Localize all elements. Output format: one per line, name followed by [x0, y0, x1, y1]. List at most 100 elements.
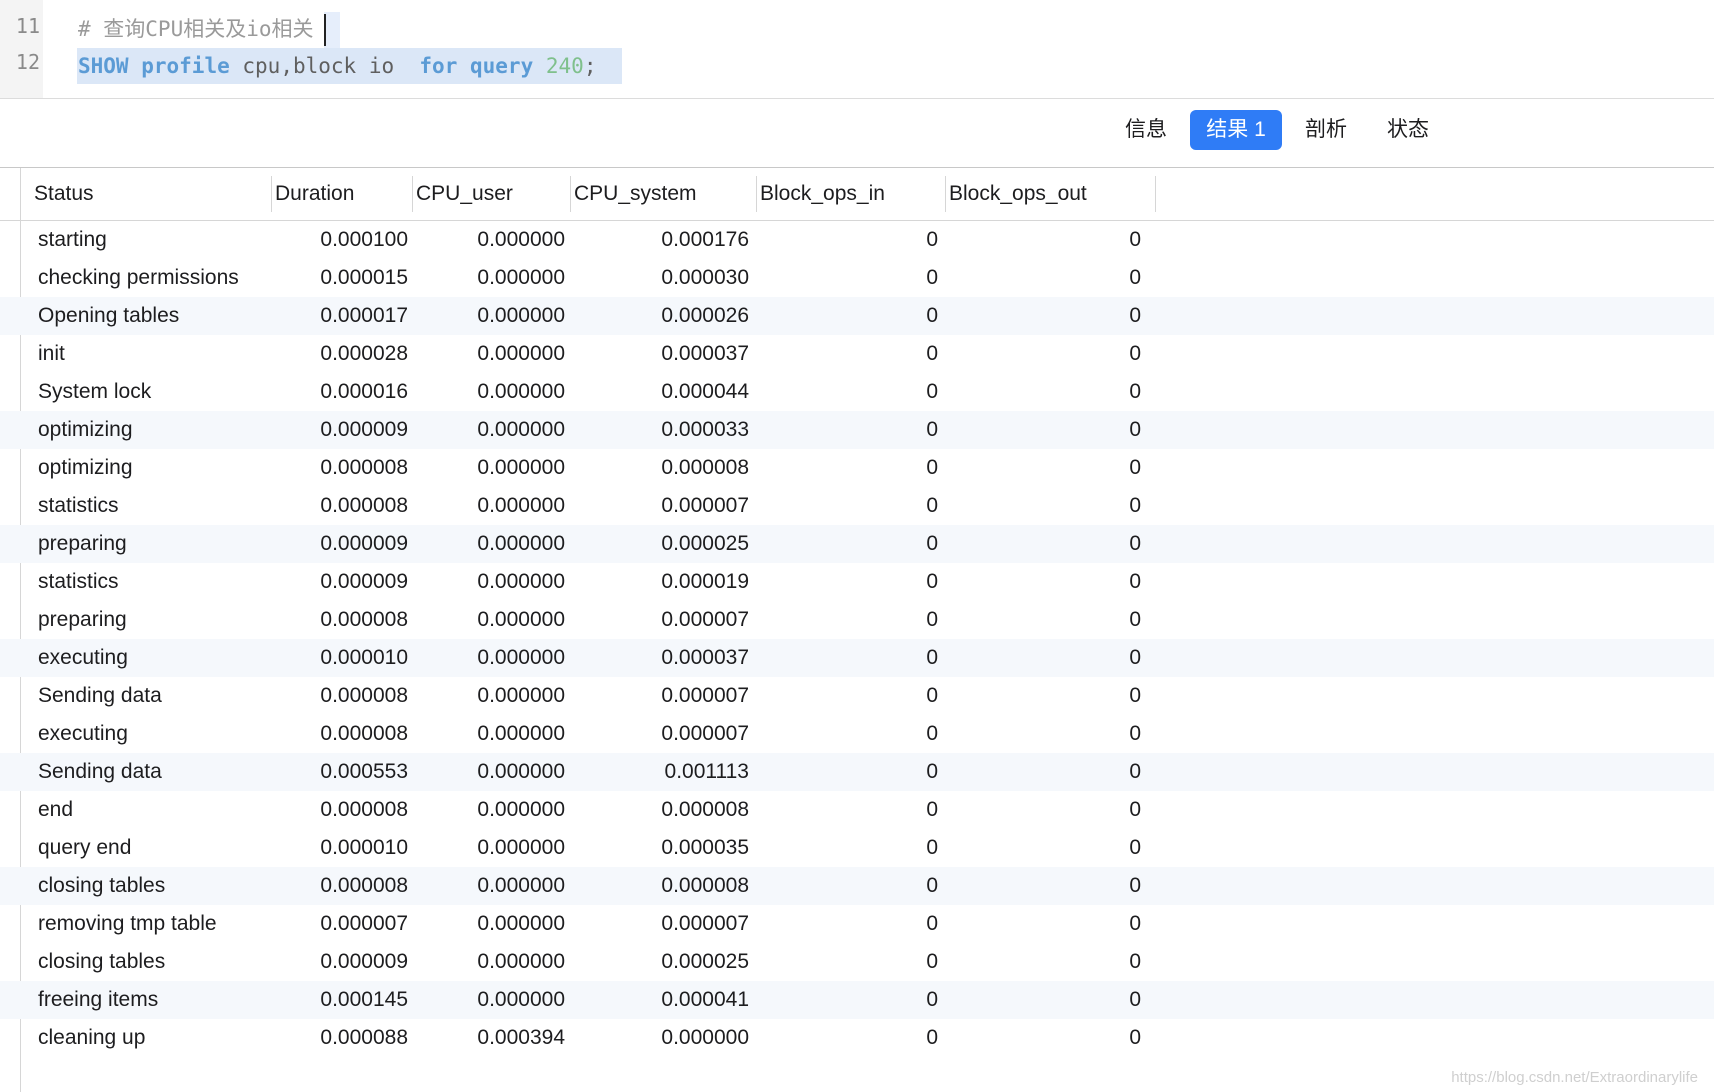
- cell-cpu-user[interactable]: 0.000000: [412, 259, 565, 297]
- cell-block-ops-out[interactable]: 0: [945, 715, 1141, 753]
- cell-block-ops-out[interactable]: 0: [945, 373, 1141, 411]
- result-grid[interactable]: Status Duration CPU_user CPU_system Bloc…: [0, 168, 1714, 1092]
- tab-result-1[interactable]: 结果 1: [1190, 110, 1282, 150]
- cell-status[interactable]: end: [38, 791, 268, 829]
- cell-duration[interactable]: 0.000010: [271, 639, 408, 677]
- cell-block-ops-in[interactable]: 0: [756, 981, 938, 1019]
- cell-block-ops-in[interactable]: 0: [756, 563, 938, 601]
- cell-block-ops-in[interactable]: 0: [756, 259, 938, 297]
- cell-cpu-user[interactable]: 0.000000: [412, 677, 565, 715]
- cell-cpu-system[interactable]: 0.000008: [570, 867, 749, 905]
- column-header-cpu-system[interactable]: CPU_system: [570, 168, 756, 220]
- cell-block-ops-in[interactable]: 0: [756, 753, 938, 791]
- cell-status[interactable]: statistics: [38, 563, 268, 601]
- cell-cpu-user[interactable]: 0.000000: [412, 791, 565, 829]
- table-row[interactable]: freeing items 0.000145 0.000000 0.000041 0 0: [0, 981, 1714, 1019]
- table-row[interactable]: statistics 0.000009 0.000000 0.000019 0 0: [0, 563, 1714, 601]
- cell-status[interactable]: optimizing: [38, 411, 268, 449]
- table-row[interactable]: end 0.000008 0.000000 0.000008 0 0: [0, 791, 1714, 829]
- column-header-duration[interactable]: Duration: [271, 168, 411, 220]
- cell-block-ops-out[interactable]: 0: [945, 601, 1141, 639]
- column-header-cpu-user[interactable]: CPU_user: [412, 168, 570, 220]
- cell-block-ops-out[interactable]: 0: [945, 753, 1141, 791]
- cell-cpu-user[interactable]: 0.000000: [412, 373, 565, 411]
- cell-status[interactable]: query end: [38, 829, 268, 867]
- cell-duration[interactable]: 0.000008: [271, 601, 408, 639]
- cell-block-ops-out[interactable]: 0: [945, 677, 1141, 715]
- cell-block-ops-out[interactable]: 0: [945, 563, 1141, 601]
- cell-status[interactable]: Sending data: [38, 753, 268, 791]
- table-row[interactable]: Sending data 0.000553 0.000000 0.001113 0 0: [0, 753, 1714, 791]
- cell-block-ops-out[interactable]: 0: [945, 639, 1141, 677]
- cell-block-ops-out[interactable]: 0: [945, 335, 1141, 373]
- cell-duration[interactable]: 0.000008: [271, 791, 408, 829]
- tab-status[interactable]: 状态: [1372, 110, 1444, 150]
- cell-duration[interactable]: 0.000009: [271, 943, 408, 981]
- table-row[interactable]: preparing 0.000009 0.000000 0.000025 0 0: [0, 525, 1714, 563]
- table-row[interactable]: starting 0.000100 0.000000 0.000176 0 0: [0, 221, 1714, 259]
- cell-block-ops-in[interactable]: 0: [756, 221, 938, 259]
- table-row[interactable]: closing tables 0.000009 0.000000 0.000025 0 0: [0, 943, 1714, 981]
- cell-block-ops-out[interactable]: 0: [945, 221, 1141, 259]
- cell-duration[interactable]: 0.000015: [271, 259, 408, 297]
- cell-block-ops-in[interactable]: 0: [756, 639, 938, 677]
- cell-cpu-user[interactable]: 0.000000: [412, 905, 565, 943]
- cell-duration[interactable]: 0.000009: [271, 563, 408, 601]
- cell-duration[interactable]: 0.000008: [271, 715, 408, 753]
- cell-status[interactable]: init: [38, 335, 268, 373]
- column-header-block-ops-out[interactable]: Block_ops_out: [945, 168, 1155, 220]
- table-row[interactable]: preparing 0.000008 0.000000 0.000007 0 0: [0, 601, 1714, 639]
- cell-cpu-user[interactable]: 0.000000: [412, 221, 565, 259]
- cell-block-ops-in[interactable]: 0: [756, 677, 938, 715]
- cell-status[interactable]: freeing items: [38, 981, 268, 1019]
- cell-block-ops-out[interactable]: 0: [945, 297, 1141, 335]
- cell-duration[interactable]: 0.000028: [271, 335, 408, 373]
- cell-block-ops-out[interactable]: 0: [945, 525, 1141, 563]
- code-line-comment[interactable]: # 查询CPU相关及io相关: [78, 14, 314, 44]
- cell-duration[interactable]: 0.000145: [271, 981, 408, 1019]
- cell-block-ops-out[interactable]: 0: [945, 829, 1141, 867]
- cell-cpu-user[interactable]: 0.000000: [412, 601, 565, 639]
- cell-cpu-system[interactable]: 0.000041: [570, 981, 749, 1019]
- cell-block-ops-out[interactable]: 0: [945, 867, 1141, 905]
- code-line-query[interactable]: SHOW profile cpu,block io for query 240;: [78, 51, 596, 81]
- cell-cpu-system[interactable]: 0.000008: [570, 449, 749, 487]
- cell-duration[interactable]: 0.000008: [271, 867, 408, 905]
- tab-profile[interactable]: 剖析: [1290, 110, 1362, 150]
- cell-cpu-system[interactable]: 0.000030: [570, 259, 749, 297]
- cell-cpu-user[interactable]: 0.000000: [412, 715, 565, 753]
- cell-cpu-system[interactable]: 0.000035: [570, 829, 749, 867]
- cell-block-ops-out[interactable]: 0: [945, 943, 1141, 981]
- cell-block-ops-out[interactable]: 0: [945, 981, 1141, 1019]
- cell-cpu-user[interactable]: 0.000000: [412, 449, 565, 487]
- table-row[interactable]: System lock 0.000016 0.000000 0.000044 0 0: [0, 373, 1714, 411]
- cell-block-ops-in[interactable]: 0: [756, 905, 938, 943]
- cell-status[interactable]: Opening tables: [38, 297, 268, 335]
- table-row[interactable]: executing 0.000010 0.000000 0.000037 0 0: [0, 639, 1714, 677]
- cell-status[interactable]: closing tables: [38, 943, 268, 981]
- cell-cpu-user[interactable]: 0.000000: [412, 335, 565, 373]
- column-header-block-ops-in[interactable]: Block_ops_in: [756, 168, 945, 220]
- table-row[interactable]: statistics 0.000008 0.000000 0.000007 0 0: [0, 487, 1714, 525]
- cell-cpu-system[interactable]: 0.000007: [570, 715, 749, 753]
- cell-block-ops-in[interactable]: 0: [756, 715, 938, 753]
- cell-cpu-system[interactable]: 0.000007: [570, 677, 749, 715]
- cell-cpu-user[interactable]: 0.000000: [412, 867, 565, 905]
- cell-cpu-user[interactable]: 0.000000: [412, 981, 565, 1019]
- table-row[interactable]: query end 0.000010 0.000000 0.000035 0 0: [0, 829, 1714, 867]
- cell-cpu-user[interactable]: 0.000000: [412, 753, 565, 791]
- cell-duration[interactable]: 0.000009: [271, 411, 408, 449]
- cell-block-ops-in[interactable]: 0: [756, 373, 938, 411]
- cell-block-ops-in[interactable]: 0: [756, 297, 938, 335]
- cell-block-ops-out[interactable]: 0: [945, 449, 1141, 487]
- cell-status[interactable]: System lock: [38, 373, 268, 411]
- table-row[interactable]: checking permissions 0.000015 0.000000 0.00…: [0, 259, 1714, 297]
- table-row[interactable]: optimizing 0.000008 0.000000 0.000008 0 0: [0, 449, 1714, 487]
- cell-cpu-system[interactable]: 0.000019: [570, 563, 749, 601]
- cell-duration[interactable]: 0.000007: [271, 905, 408, 943]
- cell-duration[interactable]: 0.000100: [271, 221, 408, 259]
- cell-block-ops-out[interactable]: 0: [945, 1019, 1141, 1057]
- cell-cpu-user[interactable]: 0.000000: [412, 563, 565, 601]
- cell-block-ops-in[interactable]: 0: [756, 487, 938, 525]
- cell-duration[interactable]: 0.000088: [271, 1019, 408, 1057]
